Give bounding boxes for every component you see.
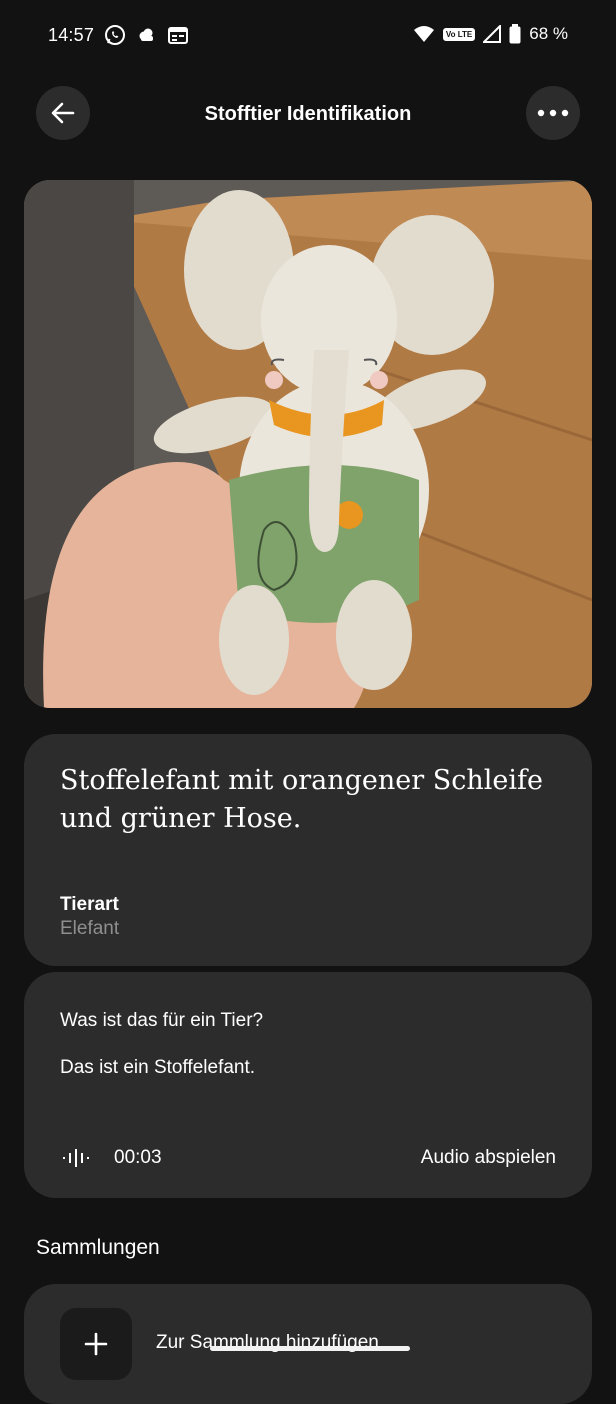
add-to-collection-button[interactable] xyxy=(60,1308,132,1380)
plus-icon xyxy=(84,1332,108,1356)
notification-icons xyxy=(104,24,188,46)
animal-type-value: Elefant xyxy=(60,918,120,939)
waveform-icon xyxy=(62,1147,92,1174)
system-icons: Vo LTE 68 % xyxy=(413,24,568,44)
add-to-collection-row[interactable]: Zur Sammlung hinzufügen xyxy=(24,1284,592,1404)
status-time: 14:57 xyxy=(48,25,95,45)
whatsapp-icon xyxy=(104,24,126,46)
battery-icon xyxy=(509,24,521,44)
calendar-icon xyxy=(168,26,188,44)
battery-percent: 68 % xyxy=(529,24,568,43)
more-dots-icon xyxy=(537,109,569,117)
question-answer-card: Was ist das für ein Tier? Das ist ein St… xyxy=(24,972,592,1198)
animal-type-label: Tierart xyxy=(60,894,119,915)
app-bar: Stofftier Identifikation xyxy=(0,86,616,142)
play-audio-button[interactable]: Audio abspielen xyxy=(421,1147,556,1169)
stuffed-elephant-photo xyxy=(24,180,592,708)
collections-heading: Sammlungen xyxy=(36,1236,160,1259)
audio-duration: 00:03 xyxy=(114,1147,162,1168)
answer-text: Das ist ein Stoffelefant. xyxy=(60,1057,256,1078)
page-title: Stofftier Identifikation xyxy=(204,103,412,125)
cloud-icon xyxy=(138,27,156,43)
wifi-icon xyxy=(413,25,435,43)
description-text: Stoffelefant mit orangener Schleife und … xyxy=(60,765,543,834)
question-text: Was ist das für ein Tier? xyxy=(60,1010,264,1031)
more-options-button[interactable] xyxy=(526,86,580,140)
home-indicator[interactable] xyxy=(210,1346,410,1351)
description-card: Stoffelefant mit orangener Schleife und … xyxy=(24,734,592,966)
volte-badge: Vo LTE xyxy=(442,27,476,41)
signal-icon xyxy=(483,25,502,43)
status-bar: 14:57 Vo LTE 68 % xyxy=(0,0,616,72)
